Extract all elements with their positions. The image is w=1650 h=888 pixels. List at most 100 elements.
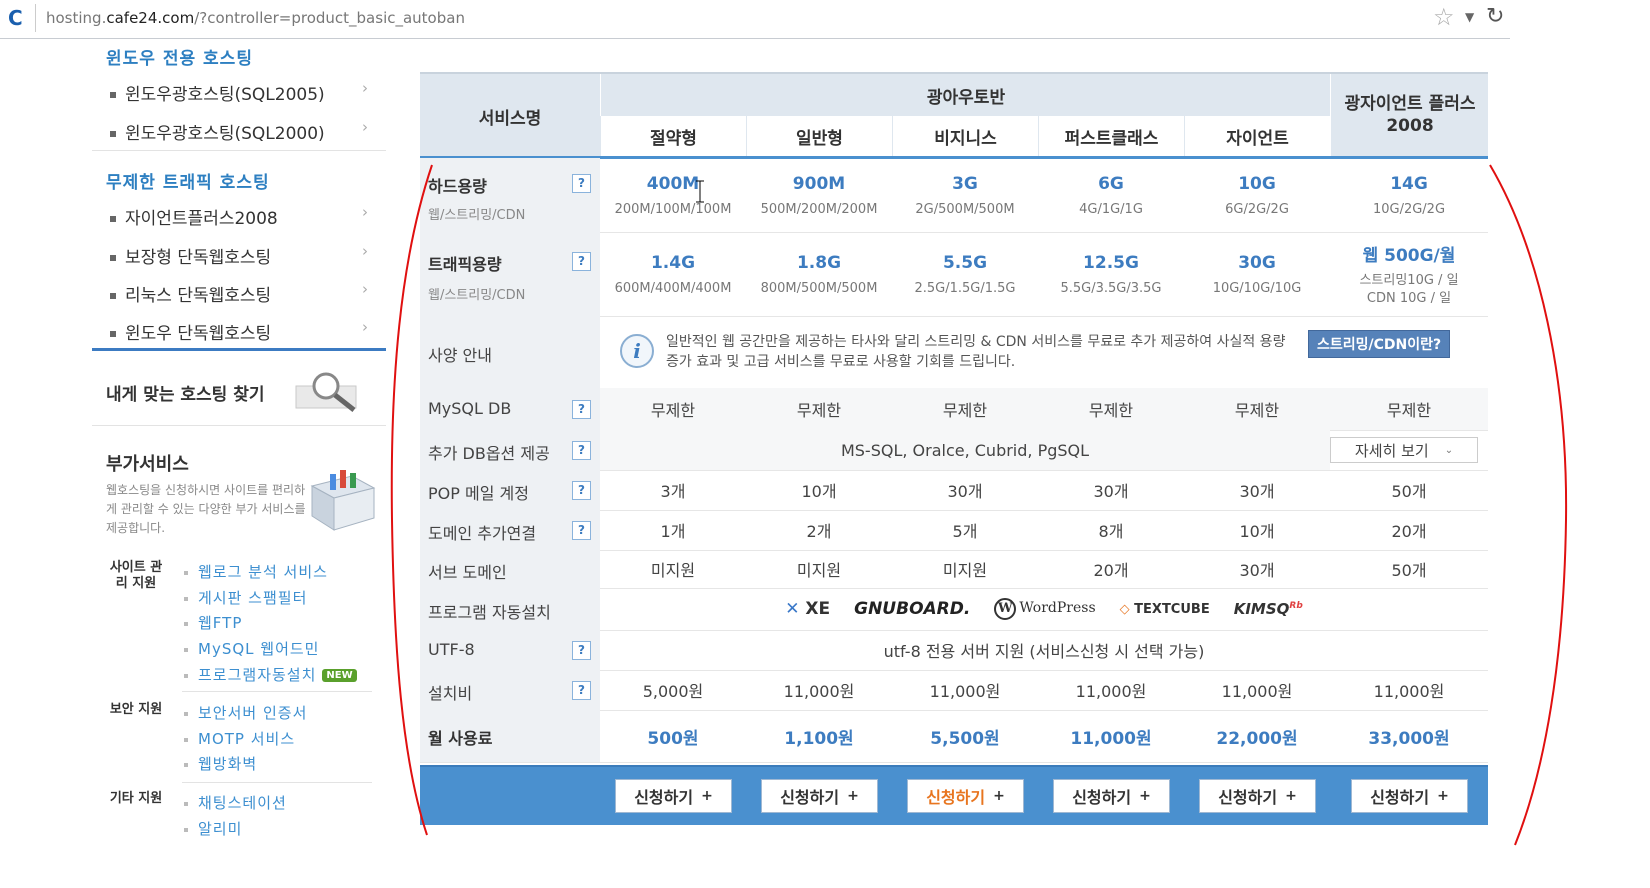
apply-button-2[interactable]: 신청하기 + [761,779,878,813]
addon-description: 웹호스팅을 신청하시면 사이트를 편리하게 관리할 수 있는 다양한 부가 서비… [106,483,306,535]
plus-icon: + [1437,788,1449,804]
program-logos: ✕ XE GNUBOARD. W WordPress ◇ TEXTCUBE KIM… [600,588,1488,630]
row-label: UTF-8 ? [420,630,600,670]
table-cell: 50개 [1391,561,1427,580]
bullet-icon [184,762,188,767]
table-cell: 11,000원 [1221,682,1293,701]
table-row-utf8: UTF-8 ? utf-8 전용 서버 지원 (서비스신청 시 선택 가능) [420,630,1488,671]
row-label-text: 도메인 추가연결 [428,524,537,543]
help-icon[interactable]: ? [572,681,591,700]
plan-header-6: 광자이언트 플러스2008 [1330,74,1489,156]
detail-view-select[interactable]: 자세히 보기 ⌄ [1330,437,1478,463]
table-row-autoinstall: 프로그램 자동설치 ✕ XE GNUBOARD. W WordPress ◇ TE… [420,588,1488,631]
row-label: 사양 안내 [420,316,600,388]
help-icon[interactable]: ? [572,252,591,271]
bookmark-star-icon[interactable]: ☆ [1433,3,1455,31]
spec-notice: i 일반적인 웹 공간만을 제공하는 타사와 달리 스트리밍 & CDN 서비스… [620,332,1286,372]
row-sublabel: 웹/스트리밍/CDN [428,208,526,223]
info-icon: i [620,334,654,368]
bullet-icon [184,827,188,832]
table-cell: 50개 [1391,482,1427,501]
row-label: 하드용량 웹/스트리밍/CDN ? [420,158,600,232]
text-cursor-icon [696,180,704,203]
table-cell: 12.5G 5.5G/3.5G/3.5G [1060,252,1162,296]
url-text[interactable]: hosting.cafe24.com/?controller=product_b… [46,9,465,27]
sidebar-item-windows-sql2005[interactable]: 윈도우광호스팅(SQL2005) › [110,79,368,105]
table-cell: 5개 [952,522,978,541]
table-cell: 11,000원 [1373,682,1445,701]
table-cell: 11,000원 [783,682,855,701]
magnifier-icon [295,372,357,412]
table-row-disk: 하드용량 웹/스트리밍/CDN ? 400M 200M/100M/100M 900… [420,158,1488,233]
row-label-text: UTF-8 [428,640,475,659]
table-cell: 1.8G 800M/500M/500M [760,252,878,296]
bullet-icon [184,647,188,652]
sidebar-item-windows-dedicated[interactable]: 윈도우 단독웹호스팅 › [110,318,368,344]
bullet-icon [110,255,116,261]
table-cell: 20개 [1093,561,1129,580]
chevron-right-icon: › [362,79,368,97]
table-cell: 6G 4G/1G/1G [1079,173,1143,217]
table-cell: 웹 500G/월 스트리밍10G / 일 CDN 10G / 일 [1359,245,1459,306]
package-box-icon [310,470,376,531]
divider [35,4,36,32]
chevron-right-icon: › [362,203,368,221]
group-header: 광아우토반 [600,74,1331,116]
table-cell: 1.4G 600M/400M/400M [614,252,732,296]
sidebar-item-windows-sql2000[interactable]: 윈도우광호스팅(SQL2000) › [110,118,368,144]
service-ssl[interactable]: 보안서버 인증서 [184,702,307,723]
plan-header-1: 절약형 [600,116,746,156]
bullet-icon [110,92,116,98]
divider [182,691,372,692]
plus-icon: + [701,788,713,804]
apply-button-6[interactable]: 신청하기 + [1351,779,1468,813]
address-bar[interactable]: C hosting.cafe24.com/?controller=product… [0,0,1510,39]
row-label: 트래픽용량 웹/스트리밍/CDN ? [420,232,600,316]
service-spam-filter[interactable]: 게시판 스팸필터 [184,587,307,608]
service-alimi[interactable]: 알리미 [184,818,242,839]
sidebar-item-guaranteed[interactable]: 보장형 단독웹호스팅 › [110,242,368,268]
help-icon[interactable]: ? [572,641,591,660]
table-row-mysql: MySQL DB ? 무제한 무제한 무제한 무제한 무제한 무제한 [420,388,1488,431]
category-security: 보안 지원 [109,702,163,717]
service-mysql-admin[interactable]: MySQL 웹어드민 [184,638,319,659]
service-weblog[interactable]: 웹로그 분석 서비스 [184,561,328,582]
sidebar-item-giant-plus[interactable]: 자이언트플러스2008 › [110,203,368,229]
plus-icon: + [1139,788,1151,804]
row-label: POP 메일 계정 ? [420,470,600,510]
table-cell: 20개 [1391,522,1427,541]
row-label-text: 추가 DB옵션 제공 [428,444,550,463]
divider [92,150,386,151]
help-icon[interactable]: ? [572,521,591,540]
apply-button-1[interactable]: 신청하기 + [615,779,732,813]
row-label: 설치비 ? [420,670,600,710]
help-icon[interactable]: ? [572,441,591,460]
row-label: MySQL DB ? [420,388,600,430]
refresh-icon[interactable]: ↻ [1486,4,1504,29]
help-icon[interactable]: ? [572,481,591,500]
kimsq-logo: KIMSQRb [1233,600,1303,618]
cdn-info-button[interactable]: 스트리밍/CDN이란? [1308,330,1451,358]
help-icon[interactable]: ? [572,174,591,193]
apply-button-3[interactable]: 신청하기 + [907,779,1024,813]
wordpress-logo: W WordPress [994,598,1096,620]
find-hosting-link[interactable]: 내게 맞는 호스팅 찾기 [106,380,265,405]
table-cell: 2개 [806,522,832,541]
service-motp[interactable]: MOTP 서비스 [184,728,295,749]
addon-title: 부가서비스 [106,454,189,475]
row-label-text: POP 메일 계정 [428,484,529,503]
sidebar-item-linux[interactable]: 리눅스 단독웹호스팅 › [110,280,368,306]
apply-button-4[interactable]: 신청하기 + [1053,779,1170,813]
service-chat-station[interactable]: 채팅스테이션 [184,792,287,813]
service-web-firewall[interactable]: 웹방화벽 [184,753,257,774]
service-auto-install[interactable]: 프로그램자동설치 NEW [184,664,357,685]
apply-button-5[interactable]: 신청하기 + [1199,779,1316,813]
chevron-down-icon: ⌄ [1444,444,1454,456]
row-label-text: 하드용량 [428,177,487,196]
category-etc: 기타 지원 [109,791,163,806]
bullet-icon [184,801,188,806]
service-webftp[interactable]: 웹FTP [184,612,242,633]
table-cell: 400M 200M/100M/100M [614,173,732,217]
dropdown-caret-icon[interactable]: ▼ [1465,10,1474,24]
help-icon[interactable]: ? [572,400,591,419]
